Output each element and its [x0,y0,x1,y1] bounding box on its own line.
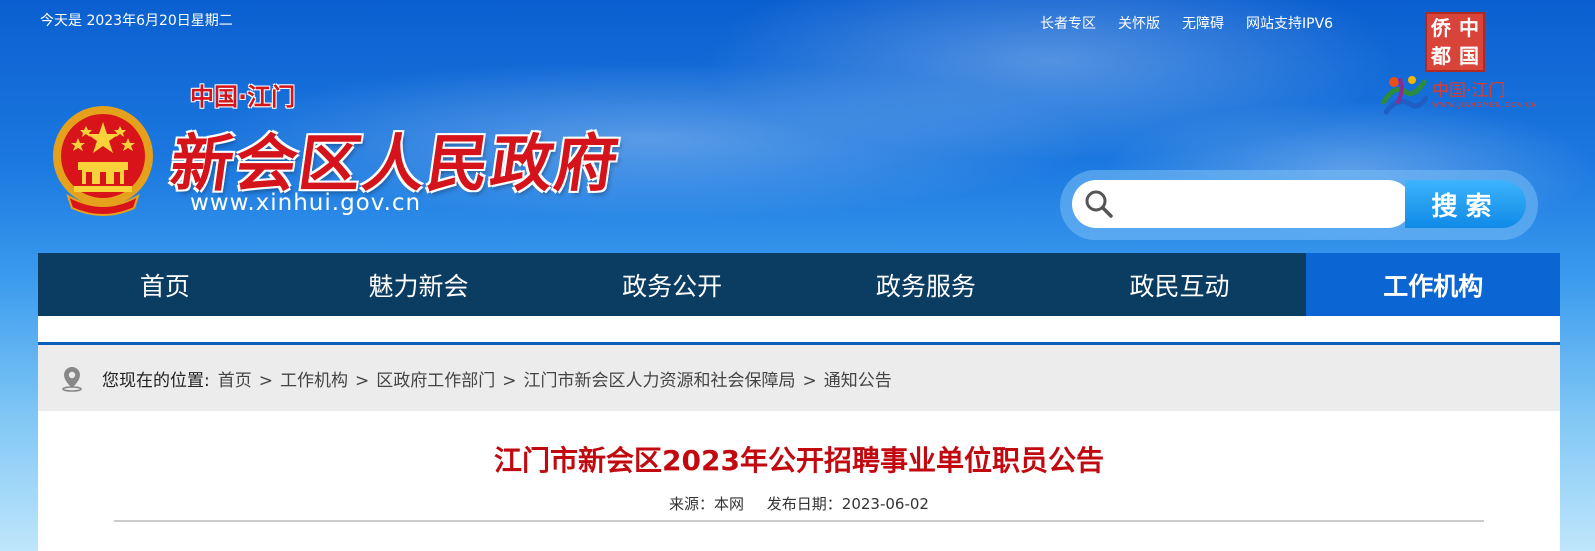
qiao-logo-char: 侨 [1431,16,1451,40]
breadcrumb-hr-bureau[interactable]: 江门市新会区人力资源和社会保障局 [523,371,795,391]
ipv6-link[interactable]: 网站支持IPV6 [1246,13,1333,33]
qiao-logo-char: 中 [1459,16,1479,40]
nav-item-government-affairs-open[interactable]: 政务公开 [545,253,799,316]
nav-item-work-agencies[interactable]: 工作机构 [1306,253,1561,316]
nav-item-charm-xinhui[interactable]: 魅力新会 [292,253,546,316]
breadcrumb-work-agencies[interactable]: 工作机构 [280,371,348,391]
site-sub-title: 中国·江门 [190,83,296,111]
jiangmen-logo-text: 中国·江门 [1432,81,1506,101]
search-input[interactable] [1122,184,1412,224]
nav-item-government-services[interactable]: 政务服务 [799,253,1053,316]
breadcrumb-separator: > [802,370,817,391]
accessibility-link[interactable]: 无障碍 [1182,13,1224,33]
article-source: 来源：本网 [669,495,745,513]
article-divider [114,520,1484,522]
qiao-du-logo[interactable]: 侨 中 都 国 [1425,12,1485,72]
nav-item-home[interactable]: 首页 [38,253,292,316]
top-bar: 今天是 2023年6月20日星期二 长者专区 关怀版 无障碍 网站支持IPV6 [0,0,1595,42]
breadcrumb-home[interactable]: 首页 [218,371,252,391]
search-icon [1085,190,1113,218]
jiangmen-logo-url: WWW.JIANGMEN.GOV.CN [1432,101,1538,109]
care-version-link[interactable]: 关怀版 [1118,13,1160,33]
qiao-logo-char: 国 [1459,44,1479,68]
breadcrumb-separator: > [354,370,370,391]
jiangmen-logo[interactable]: 中国·江门 WWW.JIANGMEN.GOV.CN [1380,72,1537,122]
breadcrumb: 您现在的位置: 首页 > 工作机构 > 区政府工作部门 > 江门市新会区人力资源和社会保障局… [38,345,1560,411]
breadcrumb-notices[interactable]: 通知公告 [824,371,892,391]
nav-item-interaction[interactable]: 政民互动 [1053,253,1307,316]
content-panel: 您现在的位置: 首页 > 工作机构 > 区政府工作部门 > 江门市新会区人力资源和社会保障局… [38,316,1560,551]
search-box [1072,180,1412,228]
elder-zone-link[interactable]: 长者专区 [1040,13,1096,33]
breadcrumb-separator: > [258,370,273,391]
top-links: 长者专区 关怀版 无障碍 网站支持IPV6 [1040,13,1333,33]
jiangmen-logo-icon [1381,76,1429,115]
breadcrumb-items: 首页 > 工作机构 > 区政府工作部门 > 江门市新会区人力资源和社会保障局 > 通知公告 [218,366,892,391]
search-area: 搜索 [1060,170,1538,240]
article-meta: 来源：本网 发布日期：2023-06-02 [38,493,1560,514]
site-url: www.xinhui.gov.cn [190,190,422,216]
current-date: 今天是 2023年6月20日星期二 [40,13,233,29]
article-title: 江门市新会区2023年公开招聘事业单位职员公告 [494,444,1104,477]
breadcrumb-district-departments[interactable]: 区政府工作部门 [376,371,495,391]
breadcrumb-label: 您现在的位置: [102,370,210,391]
location-pin-icon [62,367,82,392]
search-button[interactable]: 搜索 [1405,180,1526,228]
qiao-logo-char: 都 [1431,44,1451,68]
main-nav: 首页 魅力新会 政务公开 政务服务 政民互动 工作机构 [38,253,1561,316]
national-emblem-icon [53,106,153,216]
breadcrumb-separator: > [502,370,517,391]
article-publish-date: 发布日期：2023-06-02 [766,495,929,513]
